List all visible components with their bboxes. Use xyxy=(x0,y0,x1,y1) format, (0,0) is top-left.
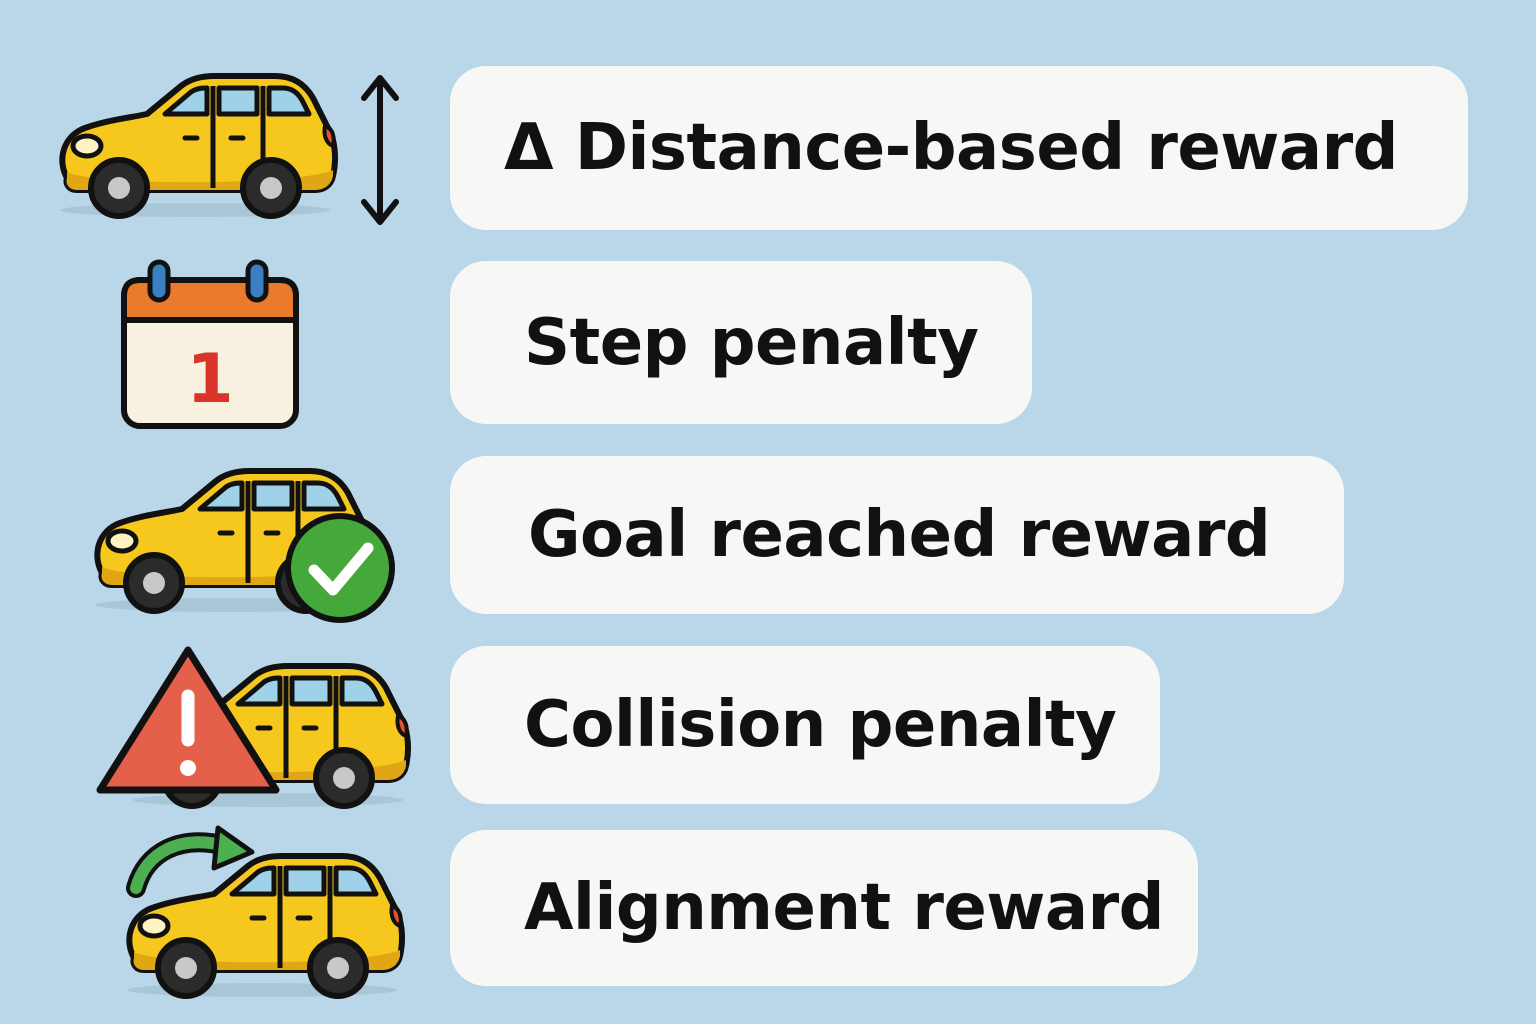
car-with-curved-arrow-icon xyxy=(127,825,402,997)
check-circle-icon xyxy=(285,513,395,623)
car-with-vertical-arrow-icon xyxy=(60,75,399,225)
car-with-warning-icon xyxy=(96,646,408,807)
step-penalty-label: Step penalty xyxy=(524,305,979,380)
collision-penalty-label: Collision penalty xyxy=(524,688,1117,762)
car-with-checkmark-icon xyxy=(95,471,395,623)
icon-column: 1 xyxy=(0,0,450,1024)
calendar-number: 1 xyxy=(186,340,233,419)
alignment-reward-card: Alignment reward xyxy=(450,830,1198,986)
vertical-double-arrow-icon xyxy=(361,75,399,225)
alignment-reward-label: Alignment reward xyxy=(524,871,1164,945)
calendar-icon: 1 xyxy=(121,259,299,429)
goal-reward-card: Goal reached reward xyxy=(450,456,1344,614)
goal-reward-label: Goal reached reward xyxy=(528,498,1271,572)
distance-reward-card: Δ Distance-based reward xyxy=(450,66,1468,230)
collision-penalty-card: Collision penalty xyxy=(450,646,1160,804)
distance-reward-label: Δ Distance-based reward xyxy=(504,111,1398,185)
step-penalty-card: Step penalty xyxy=(450,261,1032,424)
